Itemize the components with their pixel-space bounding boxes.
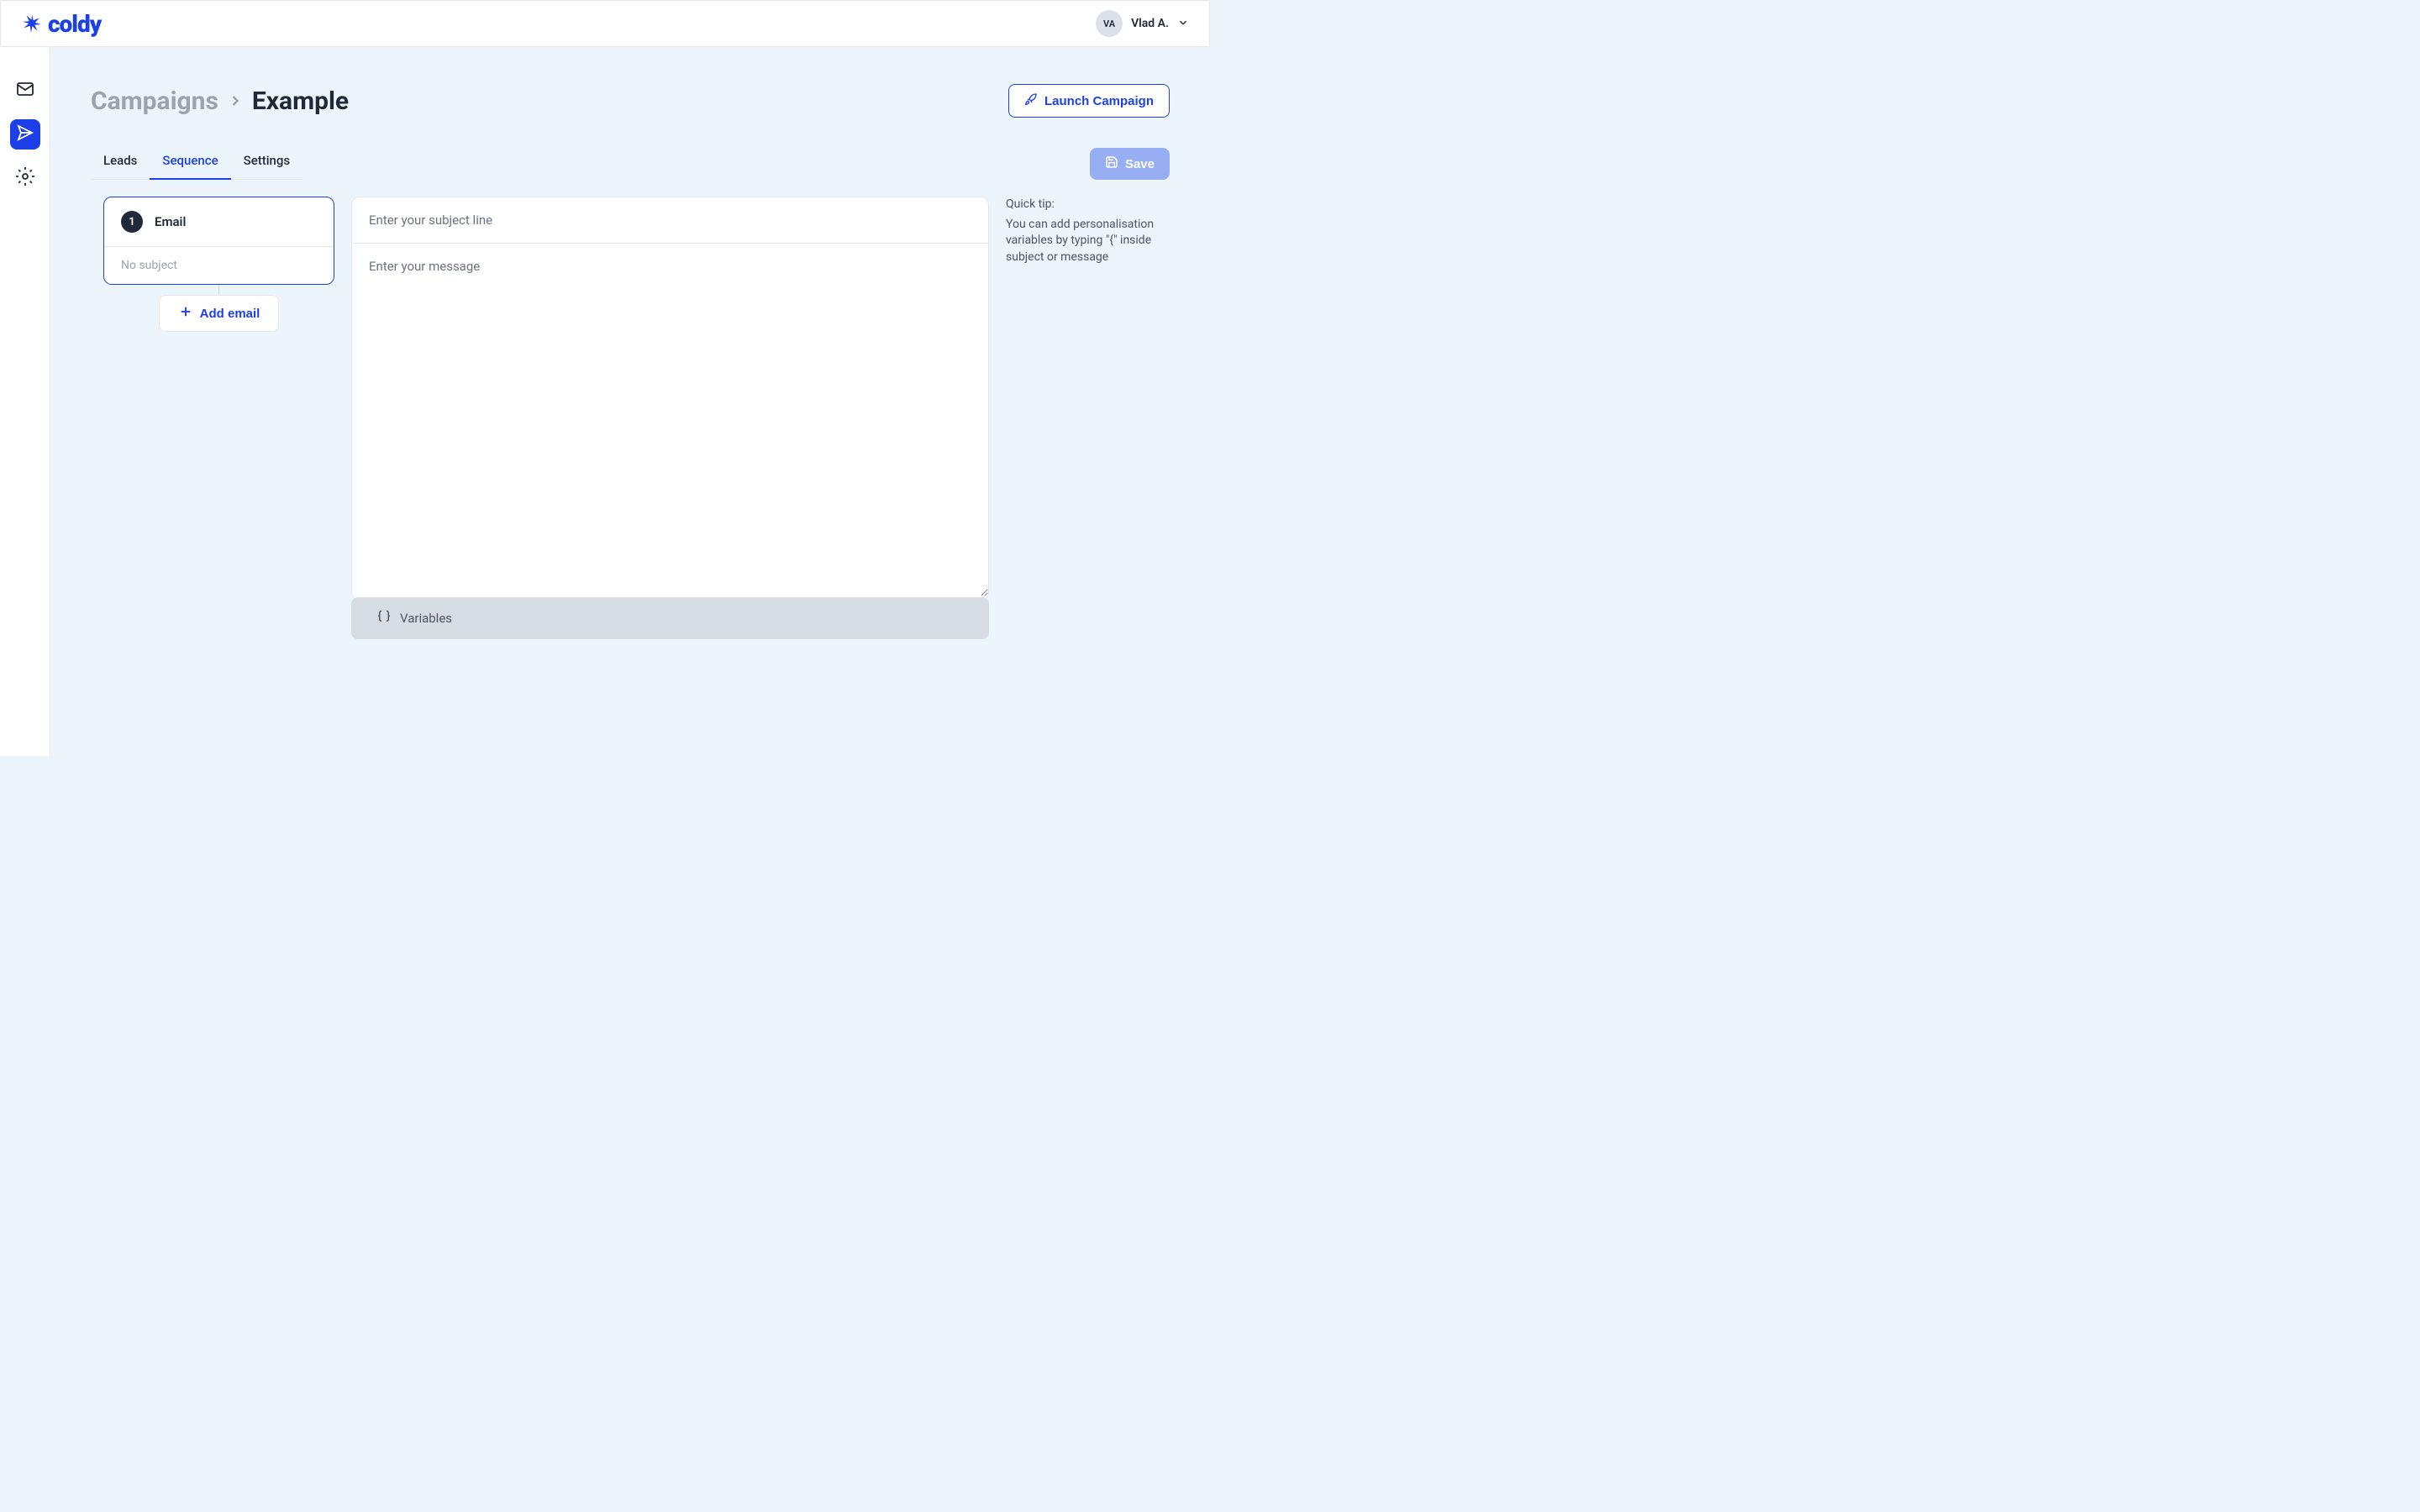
step-header: 1 Email: [104, 197, 334, 247]
tip-panel: Quick tip: You can add personalisation v…: [1006, 197, 1170, 265]
tabs: Leads Sequence Settings: [91, 144, 302, 180]
sequence-step-card[interactable]: 1 Email No subject: [103, 197, 334, 285]
step-connector: [218, 285, 219, 295]
braces-icon: [376, 609, 392, 627]
content-row: 1 Email No subject Add email: [91, 197, 1170, 639]
launch-campaign-button[interactable]: Launch Campaign: [1008, 84, 1170, 118]
sequence-column: 1 Email No subject Add email: [91, 197, 334, 332]
nav-settings[interactable]: [10, 163, 40, 193]
breadcrumb-parent[interactable]: Campaigns: [91, 87, 218, 116]
asterisk-icon: [21, 13, 43, 34]
page-header: Campaigns Example Launch Campaign: [91, 84, 1170, 118]
chevron-right-icon: [227, 87, 244, 116]
add-email-label: Add email: [200, 307, 260, 321]
editor-panel: [351, 197, 989, 601]
username: Vlad A.: [1131, 17, 1169, 30]
app-header: coldy VA Vlad A.: [0, 0, 1210, 47]
chevron-down-icon: [1177, 16, 1189, 32]
user-menu[interactable]: VA Vlad A.: [1096, 10, 1189, 37]
tip-body: You can add personalisation variables by…: [1006, 217, 1170, 266]
nav-inbox[interactable]: [10, 76, 40, 106]
tabs-row: Leads Sequence Settings Save: [91, 144, 1170, 180]
send-icon: [15, 123, 35, 146]
brand-name: coldy: [48, 10, 101, 38]
tab-sequence[interactable]: Sequence: [150, 144, 230, 180]
tab-settings[interactable]: Settings: [231, 144, 303, 180]
launch-label: Launch Campaign: [1044, 94, 1154, 108]
step-number: 1: [121, 211, 143, 233]
save-icon: [1105, 155, 1118, 172]
tip-title: Quick tip:: [1006, 197, 1170, 213]
rocket-icon: [1024, 92, 1038, 109]
step-subject-preview: No subject: [104, 247, 334, 284]
brand-logo[interactable]: coldy: [21, 10, 101, 38]
subject-input[interactable]: [352, 197, 988, 244]
variables-label: Variables: [400, 611, 452, 626]
mail-icon: [15, 79, 35, 102]
gear-icon: [15, 166, 35, 190]
breadcrumb: Campaigns Example: [91, 87, 349, 116]
breadcrumb-current: Example: [252, 87, 349, 116]
step-title: Email: [155, 214, 186, 229]
save-label: Save: [1125, 157, 1155, 171]
nav-campaigns[interactable]: [10, 119, 40, 150]
add-email-button[interactable]: Add email: [159, 295, 280, 332]
variables-bar[interactable]: Variables: [351, 597, 989, 639]
editor-column: Variables: [351, 197, 989, 639]
main-content: Campaigns Example Launch Campaign: [50, 47, 1210, 756]
save-button[interactable]: Save: [1090, 148, 1170, 180]
avatar: VA: [1096, 10, 1123, 37]
plus-icon: [178, 304, 193, 323]
message-input[interactable]: [352, 244, 988, 596]
sidebar-nav: [0, 47, 50, 756]
tab-leads[interactable]: Leads: [91, 144, 150, 180]
